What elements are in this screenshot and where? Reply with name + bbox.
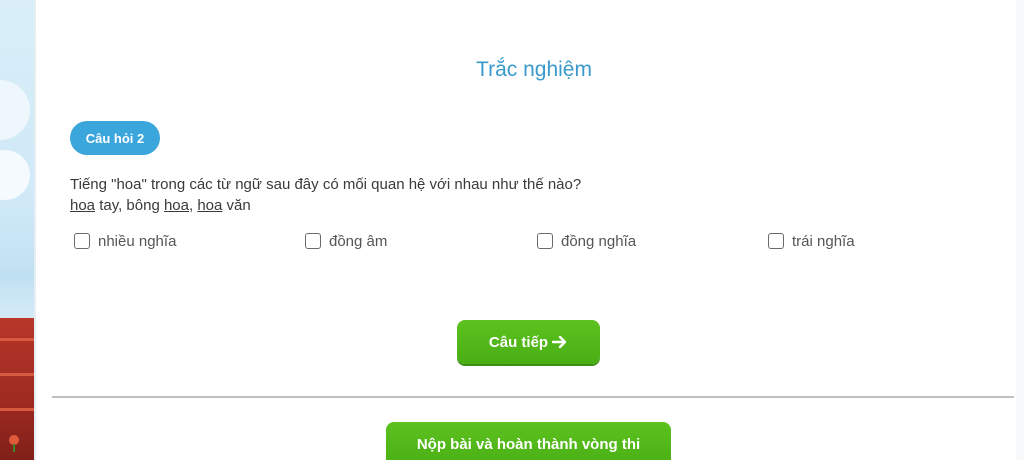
checkbox[interactable] xyxy=(305,233,321,249)
plant-icon xyxy=(9,435,19,452)
option-4[interactable]: trái nghĩa xyxy=(768,230,855,252)
option-1[interactable]: nhiều nghĩa xyxy=(74,230,176,252)
submit-button[interactable]: Nộp bài và hoàn thành vòng thi xyxy=(386,422,671,460)
option-2[interactable]: đồng âm xyxy=(305,230,387,252)
arrow-right-icon xyxy=(552,335,567,349)
answer-options: nhiều nghĩa đồng âm đồng nghĩa trái nghĩ… xyxy=(0,230,1024,252)
underlined-word: hoa xyxy=(197,197,223,214)
option-3[interactable]: đồng nghĩa xyxy=(537,230,636,252)
option-label: trái nghĩa xyxy=(792,232,855,250)
next-button-label: Câu tiếp xyxy=(488,333,549,351)
option-label: đồng nghĩa xyxy=(561,232,637,250)
underlined-word: hoa xyxy=(70,197,96,214)
question-number-badge: Câu hỏi 2 xyxy=(70,121,160,155)
cloud-decoration xyxy=(0,80,30,140)
next-question-button[interactable]: Câu tiếp xyxy=(457,320,600,364)
divider xyxy=(52,396,1014,398)
question-text: Tiếng "hoa" trong các từ ngữ sau đây có … xyxy=(70,174,870,216)
checkbox[interactable] xyxy=(74,233,90,249)
option-label: nhiều nghĩa xyxy=(98,232,177,250)
quiz-page: Trắc nghiệm Câu hỏi 2 Tiếng "hoa" trong … xyxy=(0,0,1024,460)
question-words: hoa tay, bông hoa, hoa văn xyxy=(70,197,251,214)
question-prompt: Tiếng "hoa" trong các từ ngữ sau đây có … xyxy=(70,176,582,193)
checkbox[interactable] xyxy=(537,233,553,249)
cloud-decoration xyxy=(0,150,30,200)
underlined-word: hoa xyxy=(163,197,189,214)
checkbox[interactable] xyxy=(768,233,784,249)
submit-button-label: Nộp bài và hoàn thành vòng thi xyxy=(416,436,641,453)
option-label: đồng âm xyxy=(329,232,388,250)
page-title: Trắc nghiệm xyxy=(476,58,592,81)
